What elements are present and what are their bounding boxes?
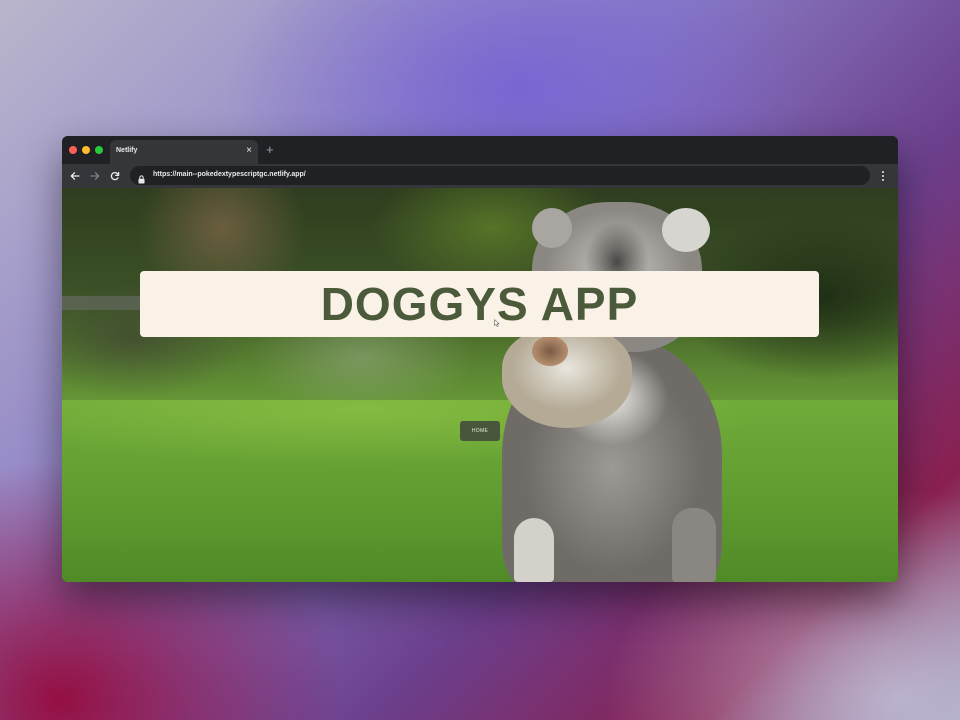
maximize-window-dot[interactable] <box>95 146 103 154</box>
browser-toolbar: https://main--pokedextypescriptgc.netlif… <box>62 164 898 188</box>
browser-tab[interactable]: Netlify × <box>110 140 258 164</box>
dog-beard-image <box>502 328 632 428</box>
tab-bar: Netlify × + <box>62 136 898 164</box>
dog-leg-image <box>514 518 554 582</box>
arrow-left-icon[interactable] <box>68 169 82 183</box>
more-vertical-icon[interactable] <box>878 169 888 183</box>
browser-window: Netlify × + https://main--pokedextypescr… <box>62 136 898 582</box>
dog-ear-image <box>532 208 572 248</box>
reload-icon[interactable] <box>108 169 122 183</box>
close-tab-icon[interactable]: × <box>246 145 252 157</box>
dog-ear-image <box>662 208 710 252</box>
mouse-cursor-icon <box>494 314 500 327</box>
lock-icon <box>138 171 145 189</box>
page-title: DOGGYS APP <box>320 278 639 330</box>
tab-title: Netlify <box>116 147 138 154</box>
background-fence-image <box>62 296 142 310</box>
dog-leg-image <box>672 508 716 582</box>
arrow-right-icon[interactable] <box>88 169 102 183</box>
close-window-dot[interactable] <box>69 146 77 154</box>
new-tab-icon[interactable]: + <box>266 143 274 157</box>
minimize-window-dot[interactable] <box>82 146 90 154</box>
address-bar[interactable]: https://main--pokedextypescriptgc.netlif… <box>130 166 870 185</box>
dog-nose-image <box>532 336 568 366</box>
home-button-label: HOME <box>471 428 489 434</box>
title-banner: DOGGYS APP <box>140 271 819 337</box>
page-viewport: DOGGYS APP HOME <box>62 188 898 582</box>
home-button[interactable]: HOME <box>460 421 500 441</box>
url-text: https://main--pokedextypescriptgc.netlif… <box>153 171 306 178</box>
